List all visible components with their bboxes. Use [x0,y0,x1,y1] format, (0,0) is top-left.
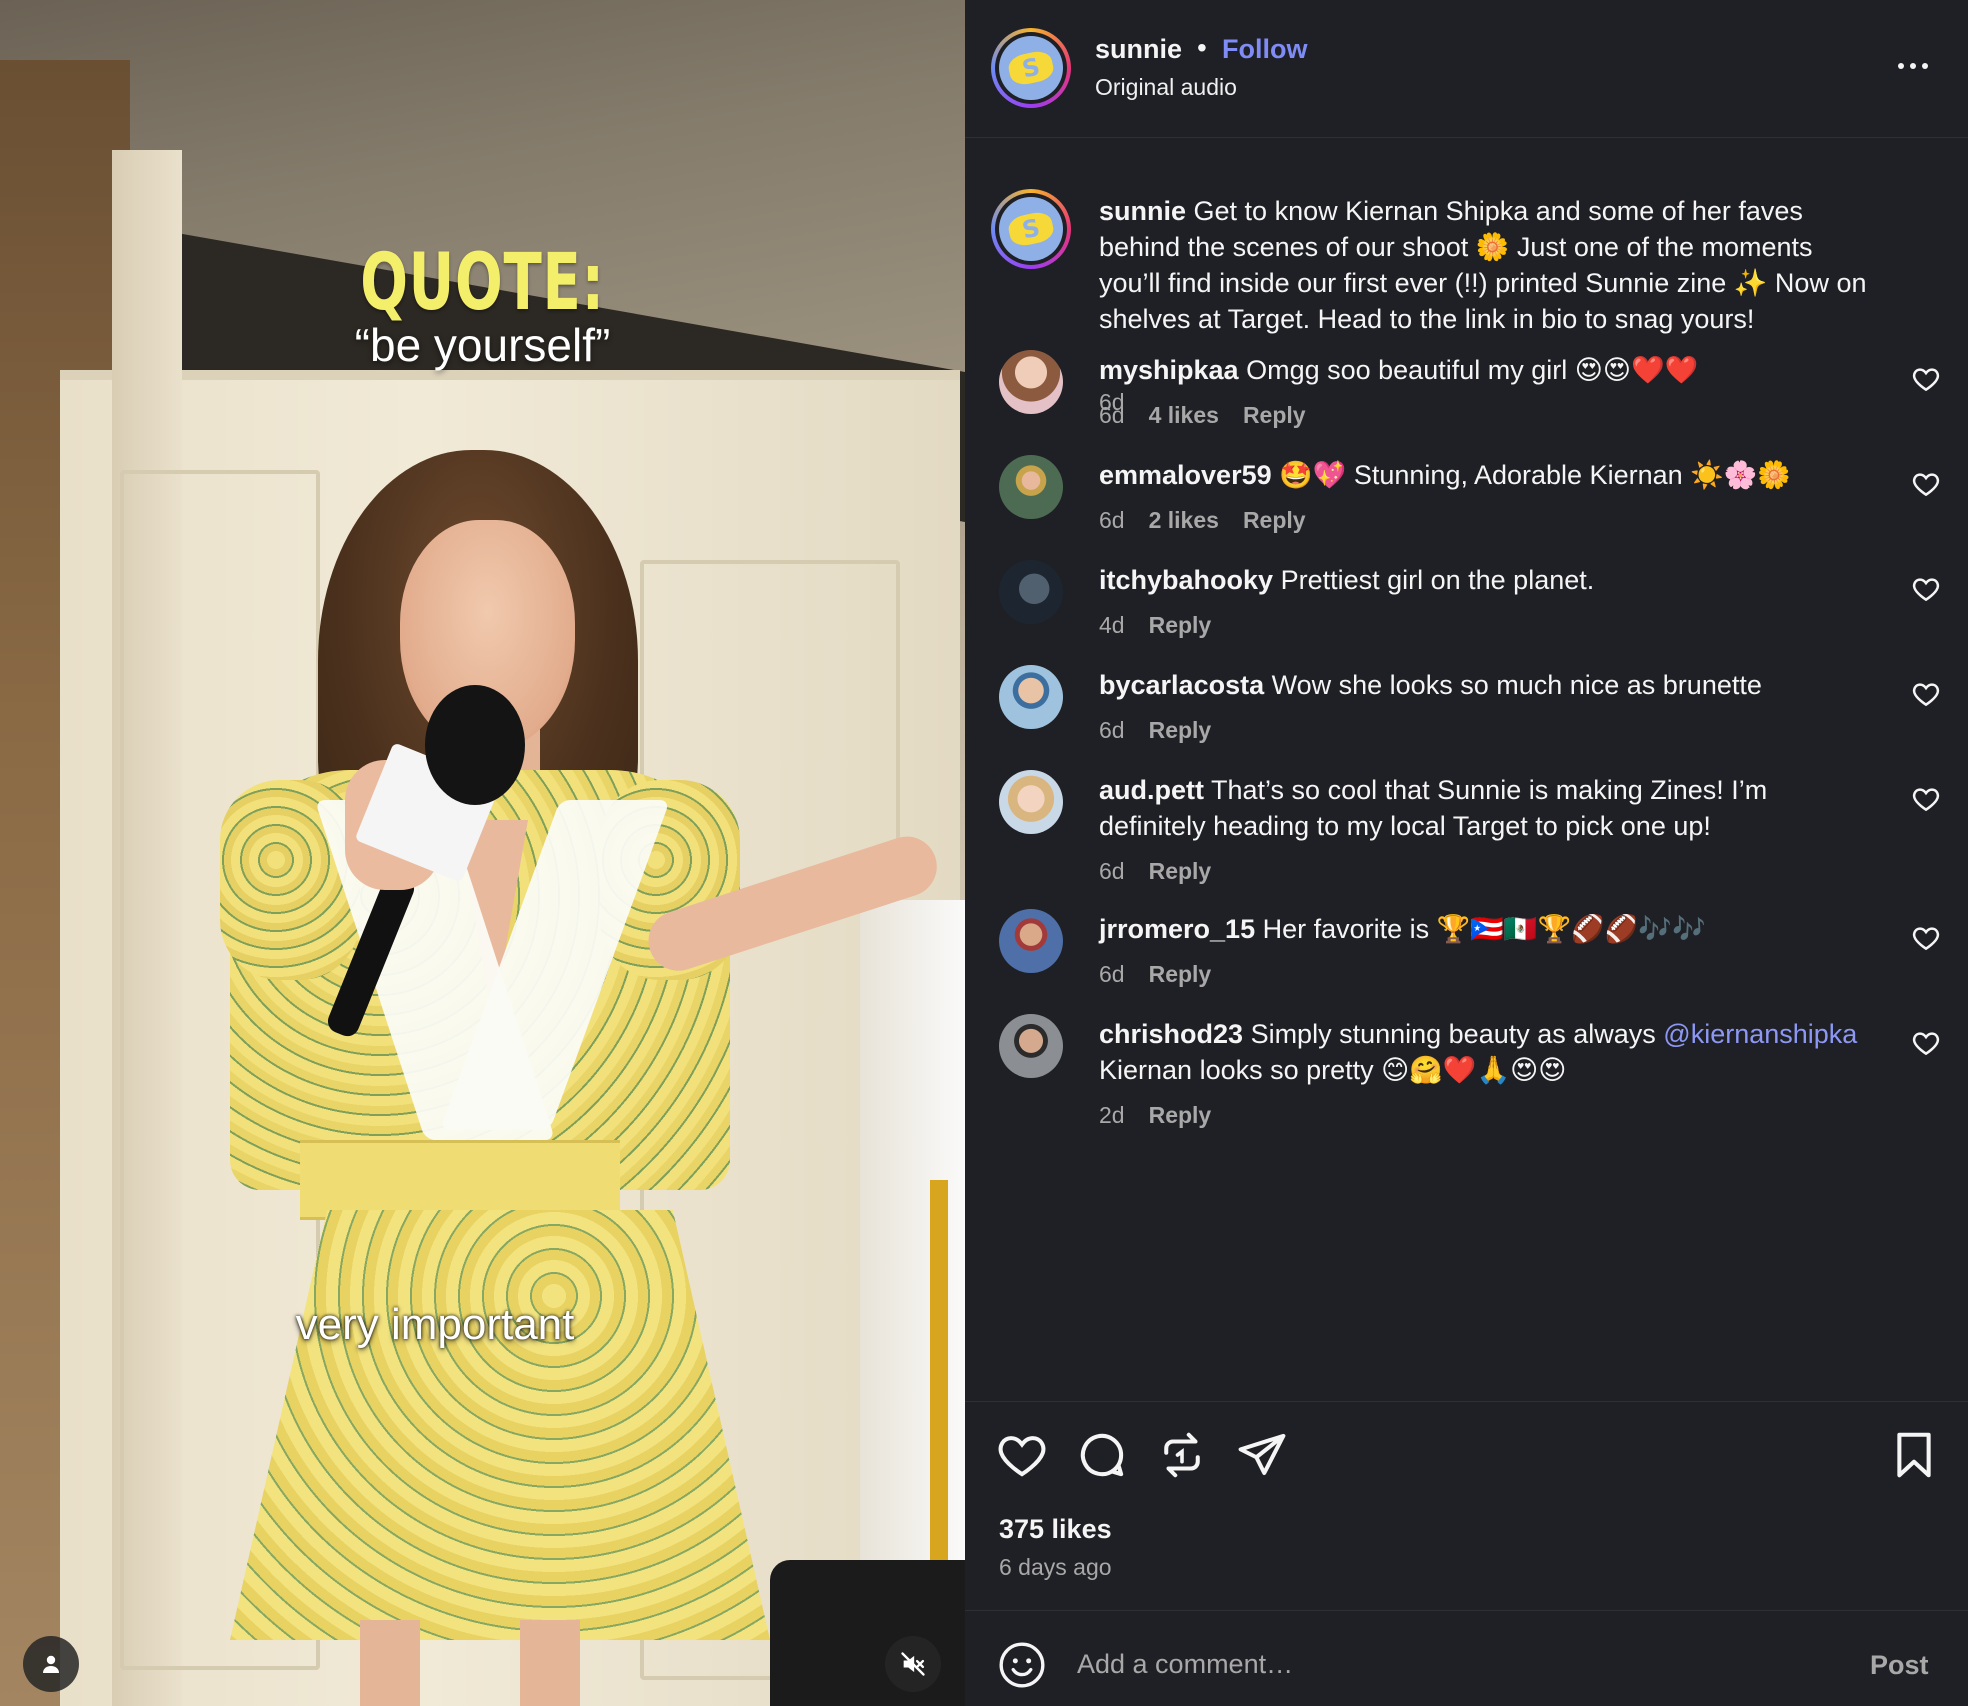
caption-avatar[interactable]: S [991,189,1071,269]
reply-button[interactable]: Reply [1149,1102,1212,1129]
repost-icon[interactable] [1155,1428,1209,1482]
caption-text: sunnie Get to know Kiernan Shipka and so… [1099,193,1879,337]
commenter-avatar[interactable] [999,350,1063,414]
person-belt [300,1140,620,1220]
video-caption: very important [295,1300,575,1349]
heart-icon[interactable] [1911,364,1941,394]
video-player[interactable]: QUOTE: “be yourself” very important [0,0,965,1706]
reply-button[interactable]: Reply [1149,612,1212,639]
comment-text: 🤩💖 Stunning, Adorable Kiernan ☀️🌸🌼 [1279,460,1791,490]
comment-text: Simply stunning beauty as always [1250,1019,1656,1049]
likes-count[interactable]: 375 likes [999,1514,1112,1545]
comment-username[interactable]: jrromero_15 [1099,914,1255,944]
comment-time: 4d [1099,612,1125,638]
comment-username[interactable]: myshipkaa [1099,355,1239,385]
reply-button[interactable]: Reply [1243,402,1306,429]
caption-body: Get to know Kiernan Shipka and some of h… [1099,196,1867,334]
post-date: 6 days ago [999,1554,1112,1580]
commenter-avatar[interactable] [999,909,1063,973]
reply-button[interactable]: Reply [1243,507,1306,534]
comment-time: 6d [1099,961,1125,987]
reply-button[interactable]: Reply [1149,961,1212,988]
comment-likes[interactable]: 2 likes [1149,507,1219,534]
commenter-avatar[interactable] [999,770,1063,834]
comment-time: 6d [1099,717,1125,743]
post-header: S sunnie • Follow Original audio [965,0,1968,138]
microphone-head [425,685,525,805]
more-icon [1898,63,1904,69]
person-leg [360,1620,420,1706]
comment-icon[interactable] [1075,1428,1129,1482]
heart-icon[interactable] [1911,574,1941,604]
comment-input[interactable] [1077,1638,1777,1690]
user-icon [43,1655,59,1673]
sunnie-logo-icon: S [999,197,1063,261]
post-comment-button[interactable]: Post [1870,1650,1929,1681]
heart-icon[interactable] [1911,1028,1941,1058]
audio-label[interactable]: Original audio [1095,74,1237,101]
video-quote-text: “be yourself” [354,319,611,371]
comment-time: 2d [1099,1102,1125,1128]
heart-icon[interactable] [1911,923,1941,953]
mute-icon [901,1652,925,1676]
comment-username[interactable]: itchybahooky [1099,565,1273,595]
commenter-avatar[interactable] [999,455,1063,519]
mute-button[interactable] [885,1636,941,1692]
comment-text: Wow she looks so much nice as brunette [1271,670,1762,700]
comment-username[interactable]: emmalover59 [1099,460,1272,490]
comment-time: 6d [1099,858,1125,884]
comment-username[interactable]: chrishod23 [1099,1019,1243,1049]
heart-icon[interactable] [995,1428,1049,1482]
share-icon[interactable] [1235,1428,1289,1482]
commenter-avatar[interactable] [999,560,1063,624]
video-quote-title: QUOTE: [360,238,605,328]
follow-button[interactable]: Follow [1222,34,1307,65]
reply-button[interactable]: Reply [1149,717,1212,744]
comment-text-continued: Kiernan looks so pretty 😊🤗❤️🙏😍😍 [1099,1055,1567,1085]
more-options-button[interactable] [1890,46,1936,86]
comment-text: Omgg soo beautiful my girl 😍😍❤️❤️ [1246,355,1699,385]
person-leg [520,1620,580,1706]
comments-scroll-area[interactable]: S sunnie Get to know Kiernan Shipka and … [965,139,1968,1401]
emoji-icon[interactable] [997,1640,1047,1690]
heart-icon[interactable] [1911,679,1941,709]
heart-icon[interactable] [1911,469,1941,499]
commenter-avatar[interactable] [999,665,1063,729]
comment-composer: Post [965,1612,1968,1706]
separator-dot: • [1197,32,1207,63]
post-panel: S sunnie • Follow Original audio S sunni… [965,0,1968,1706]
comment-username[interactable]: aud.pett [1099,775,1204,805]
comment-mention-link[interactable]: @kiernanshipka [1663,1019,1857,1049]
profile-avatar[interactable]: S [991,28,1071,108]
sunnie-logo-icon: S [999,36,1063,100]
caption-username[interactable]: sunnie [1099,196,1186,226]
tagged-users-button[interactable] [23,1636,79,1692]
scene-bag [770,1560,965,1706]
post-actions: 375 likes 6 days ago [965,1401,1968,1611]
comment-time: 6d [1099,402,1125,428]
reply-button[interactable]: Reply [1149,858,1212,885]
commenter-avatar[interactable] [999,1014,1063,1078]
author-username[interactable]: sunnie [1095,34,1182,65]
heart-icon[interactable] [1911,784,1941,814]
comment-username[interactable]: bycarlacosta [1099,670,1264,700]
comment-text: Prettiest girl on the planet. [1280,565,1595,595]
bookmark-icon[interactable] [1887,1428,1941,1482]
comment-likes[interactable]: 4 likes [1149,402,1219,429]
comment-time: 6d [1099,507,1125,533]
comment-text: Her favorite is 🏆🇵🇷🇲🇽🏆🏈🏈🎶🎶 [1262,914,1706,944]
